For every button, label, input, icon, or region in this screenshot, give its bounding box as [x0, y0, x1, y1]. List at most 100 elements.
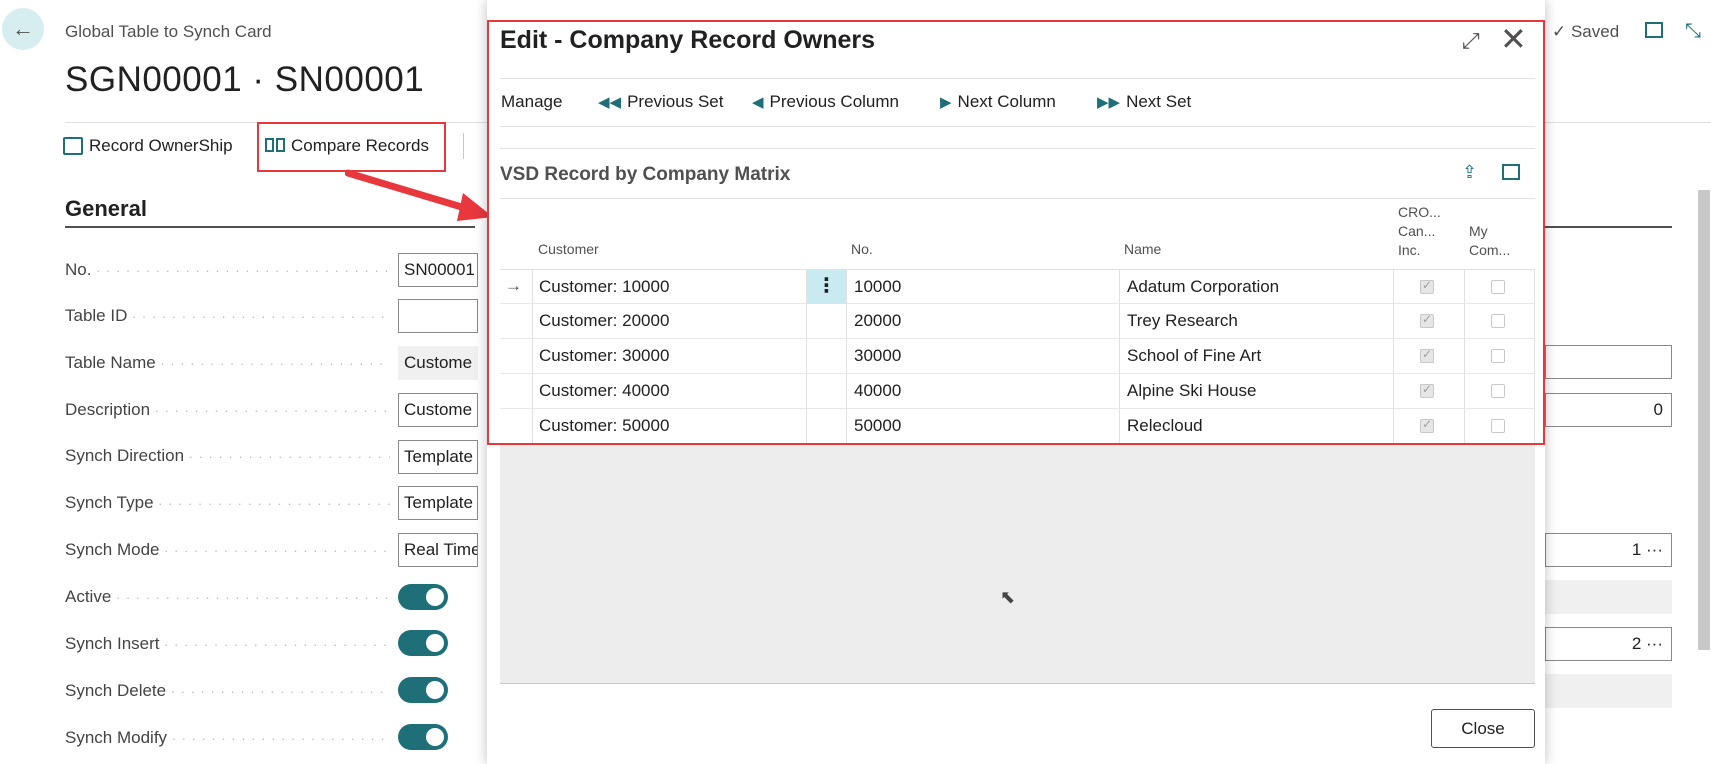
active-toggle[interactable] [398, 584, 448, 610]
next-column-label: Next Column [957, 92, 1056, 111]
field-label-active: Active [65, 587, 390, 607]
field-synch-direction-select[interactable]: Template [398, 440, 478, 474]
cro-checkbox[interactable] [1420, 382, 1434, 398]
cell-no: 50000 [854, 416, 902, 435]
synch-insert-toggle[interactable] [398, 630, 448, 656]
open-new-window-icon[interactable] [1645, 22, 1663, 38]
right-group-divider [1545, 226, 1672, 228]
field-label-description: Description [65, 400, 390, 420]
field-label-no: No. [65, 260, 390, 280]
field-label-table-name: Table Name [65, 353, 390, 373]
previous-column-button[interactable]: ◀ Previous Column [752, 92, 899, 112]
part-top-divider [500, 148, 1535, 149]
table-row[interactable]: → Customer: 10000 ⋮ 10000 Adatum Corpora… [500, 269, 1535, 305]
record-ownership-icon [63, 137, 83, 155]
cell-name: Trey Research [1127, 311, 1238, 330]
general-group-title: General [65, 196, 147, 221]
field-no-input[interactable]: SN00001 [398, 253, 478, 287]
right-field-empty[interactable] [1545, 345, 1672, 379]
table-row[interactable]: Customer: 40000 40000 Alpine Ski House [500, 374, 1535, 409]
field-label-synch-mode: Synch Mode [65, 540, 390, 560]
my-company-checkbox[interactable] [1491, 314, 1505, 328]
saved-label: Saved [1570, 22, 1620, 41]
cell-no: 20000 [854, 311, 902, 330]
row-actions-icon[interactable]: ⋮ [807, 270, 846, 305]
right-field-one-value: 1 [1631, 540, 1642, 559]
right-field-two-value: 2 [1631, 634, 1642, 653]
column-header-cro-line3: Inc. [1398, 242, 1421, 258]
field-label-table-id: Table ID [65, 306, 390, 326]
table-row[interactable]: Customer: 50000 50000 Relecloud [500, 409, 1535, 444]
my-company-checkbox[interactable] [1491, 384, 1505, 398]
column-header-cro-line2: Can... [1398, 223, 1436, 239]
part-title: VSD Record by Company Matrix [500, 164, 791, 185]
field-table-name-value: Custome [398, 346, 478, 380]
cro-checkbox[interactable] [1420, 417, 1434, 433]
my-company-checkbox[interactable] [1491, 419, 1505, 433]
field-table-id-input[interactable] [398, 299, 478, 333]
cell-no: 10000 [854, 277, 902, 296]
record-ownership-action[interactable]: Record OwnerShip [63, 136, 233, 156]
my-company-checkbox[interactable] [1491, 280, 1505, 294]
column-header-no[interactable]: No. [851, 240, 873, 259]
manage-label: Manage [501, 92, 563, 111]
right-field-readonly-2 [1545, 674, 1672, 708]
right-field-readonly-1 [1545, 580, 1672, 614]
previous-set-button[interactable]: ◀◀ Previous Set [598, 92, 723, 112]
field-label-synch-insert: Synch Insert [65, 634, 390, 654]
column-header-cro[interactable]: CRO... Can... Inc. [1398, 203, 1441, 260]
column-header-name[interactable]: Name [1124, 240, 1161, 259]
part-header-divider [500, 198, 1535, 199]
field-description-input[interactable]: Custome [398, 393, 478, 427]
collapse-icon[interactable]: ⤡ [1685, 20, 1701, 43]
cell-customer: Customer: 20000 [539, 311, 670, 330]
manage-menu[interactable]: Manage [501, 92, 562, 112]
cell-customer: Customer: 30000 [539, 346, 670, 365]
column-header-cro-line1: CRO... [1398, 204, 1441, 220]
right-triangle-icon: ▶ [940, 94, 952, 111]
field-synch-type-select[interactable]: Template [398, 486, 478, 520]
synch-delete-toggle[interactable] [398, 677, 448, 703]
record-ownership-label: Record OwnerShip [89, 136, 233, 155]
right-field-one[interactable]: 1 ··· [1545, 533, 1672, 567]
column-header-customer[interactable]: Customer [538, 240, 599, 259]
field-label-synch-type: Synch Type [65, 493, 390, 513]
lookup-more-icon[interactable]: ··· [1646, 540, 1663, 559]
lookup-more-icon[interactable]: ··· [1646, 634, 1663, 653]
cro-checkbox[interactable] [1420, 347, 1434, 363]
cell-customer: Customer: 10000 [539, 277, 670, 296]
table-row[interactable]: Customer: 20000 20000 Trey Research [500, 304, 1535, 339]
cell-name: Alpine Ski House [1127, 381, 1257, 400]
next-set-label: Next Set [1126, 92, 1192, 111]
grid-bottom-divider [500, 683, 1535, 684]
page-caption: Global Table to Synch Card [65, 22, 272, 41]
next-set-button[interactable]: ▶▶ Next Set [1097, 92, 1191, 112]
next-column-button[interactable]: ▶ Next Column [940, 92, 1056, 112]
field-synch-mode-select[interactable]: Real Time [398, 533, 478, 567]
back-button[interactable]: ← [2, 8, 44, 50]
synch-modify-toggle[interactable] [398, 724, 448, 750]
focus-mode-icon[interactable] [1502, 164, 1520, 180]
column-header-my-line1: My [1469, 223, 1488, 239]
right-field-zero[interactable]: 0 [1545, 393, 1672, 427]
cro-checkbox[interactable] [1420, 278, 1434, 294]
cell-customer: Customer: 40000 [539, 381, 670, 400]
close-icon[interactable]: ✕ [1500, 20, 1527, 58]
action-separator [463, 133, 464, 159]
previous-column-label: Previous Column [769, 92, 899, 111]
double-left-icon: ◀◀ [598, 94, 622, 111]
share-icon[interactable]: ⇪ [1462, 162, 1477, 183]
right-field-two[interactable]: 2 ··· [1545, 627, 1672, 661]
table-row[interactable]: Customer: 30000 30000 School of Fine Art [500, 339, 1535, 374]
page-scrollbar[interactable] [1698, 190, 1710, 650]
dialog-title-divider [500, 78, 1535, 79]
left-triangle-icon: ◀ [752, 94, 764, 111]
cell-customer: Customer: 50000 [539, 416, 670, 435]
column-header-my-company[interactable]: My Com... [1469, 222, 1510, 260]
cro-checkbox[interactable] [1420, 312, 1434, 328]
close-button[interactable]: Close [1431, 709, 1535, 748]
my-company-checkbox[interactable] [1491, 349, 1505, 363]
cell-name: School of Fine Art [1127, 346, 1262, 365]
expand-icon[interactable]: ⤢ [1462, 28, 1480, 54]
cell-name: Adatum Corporation [1127, 277, 1280, 296]
